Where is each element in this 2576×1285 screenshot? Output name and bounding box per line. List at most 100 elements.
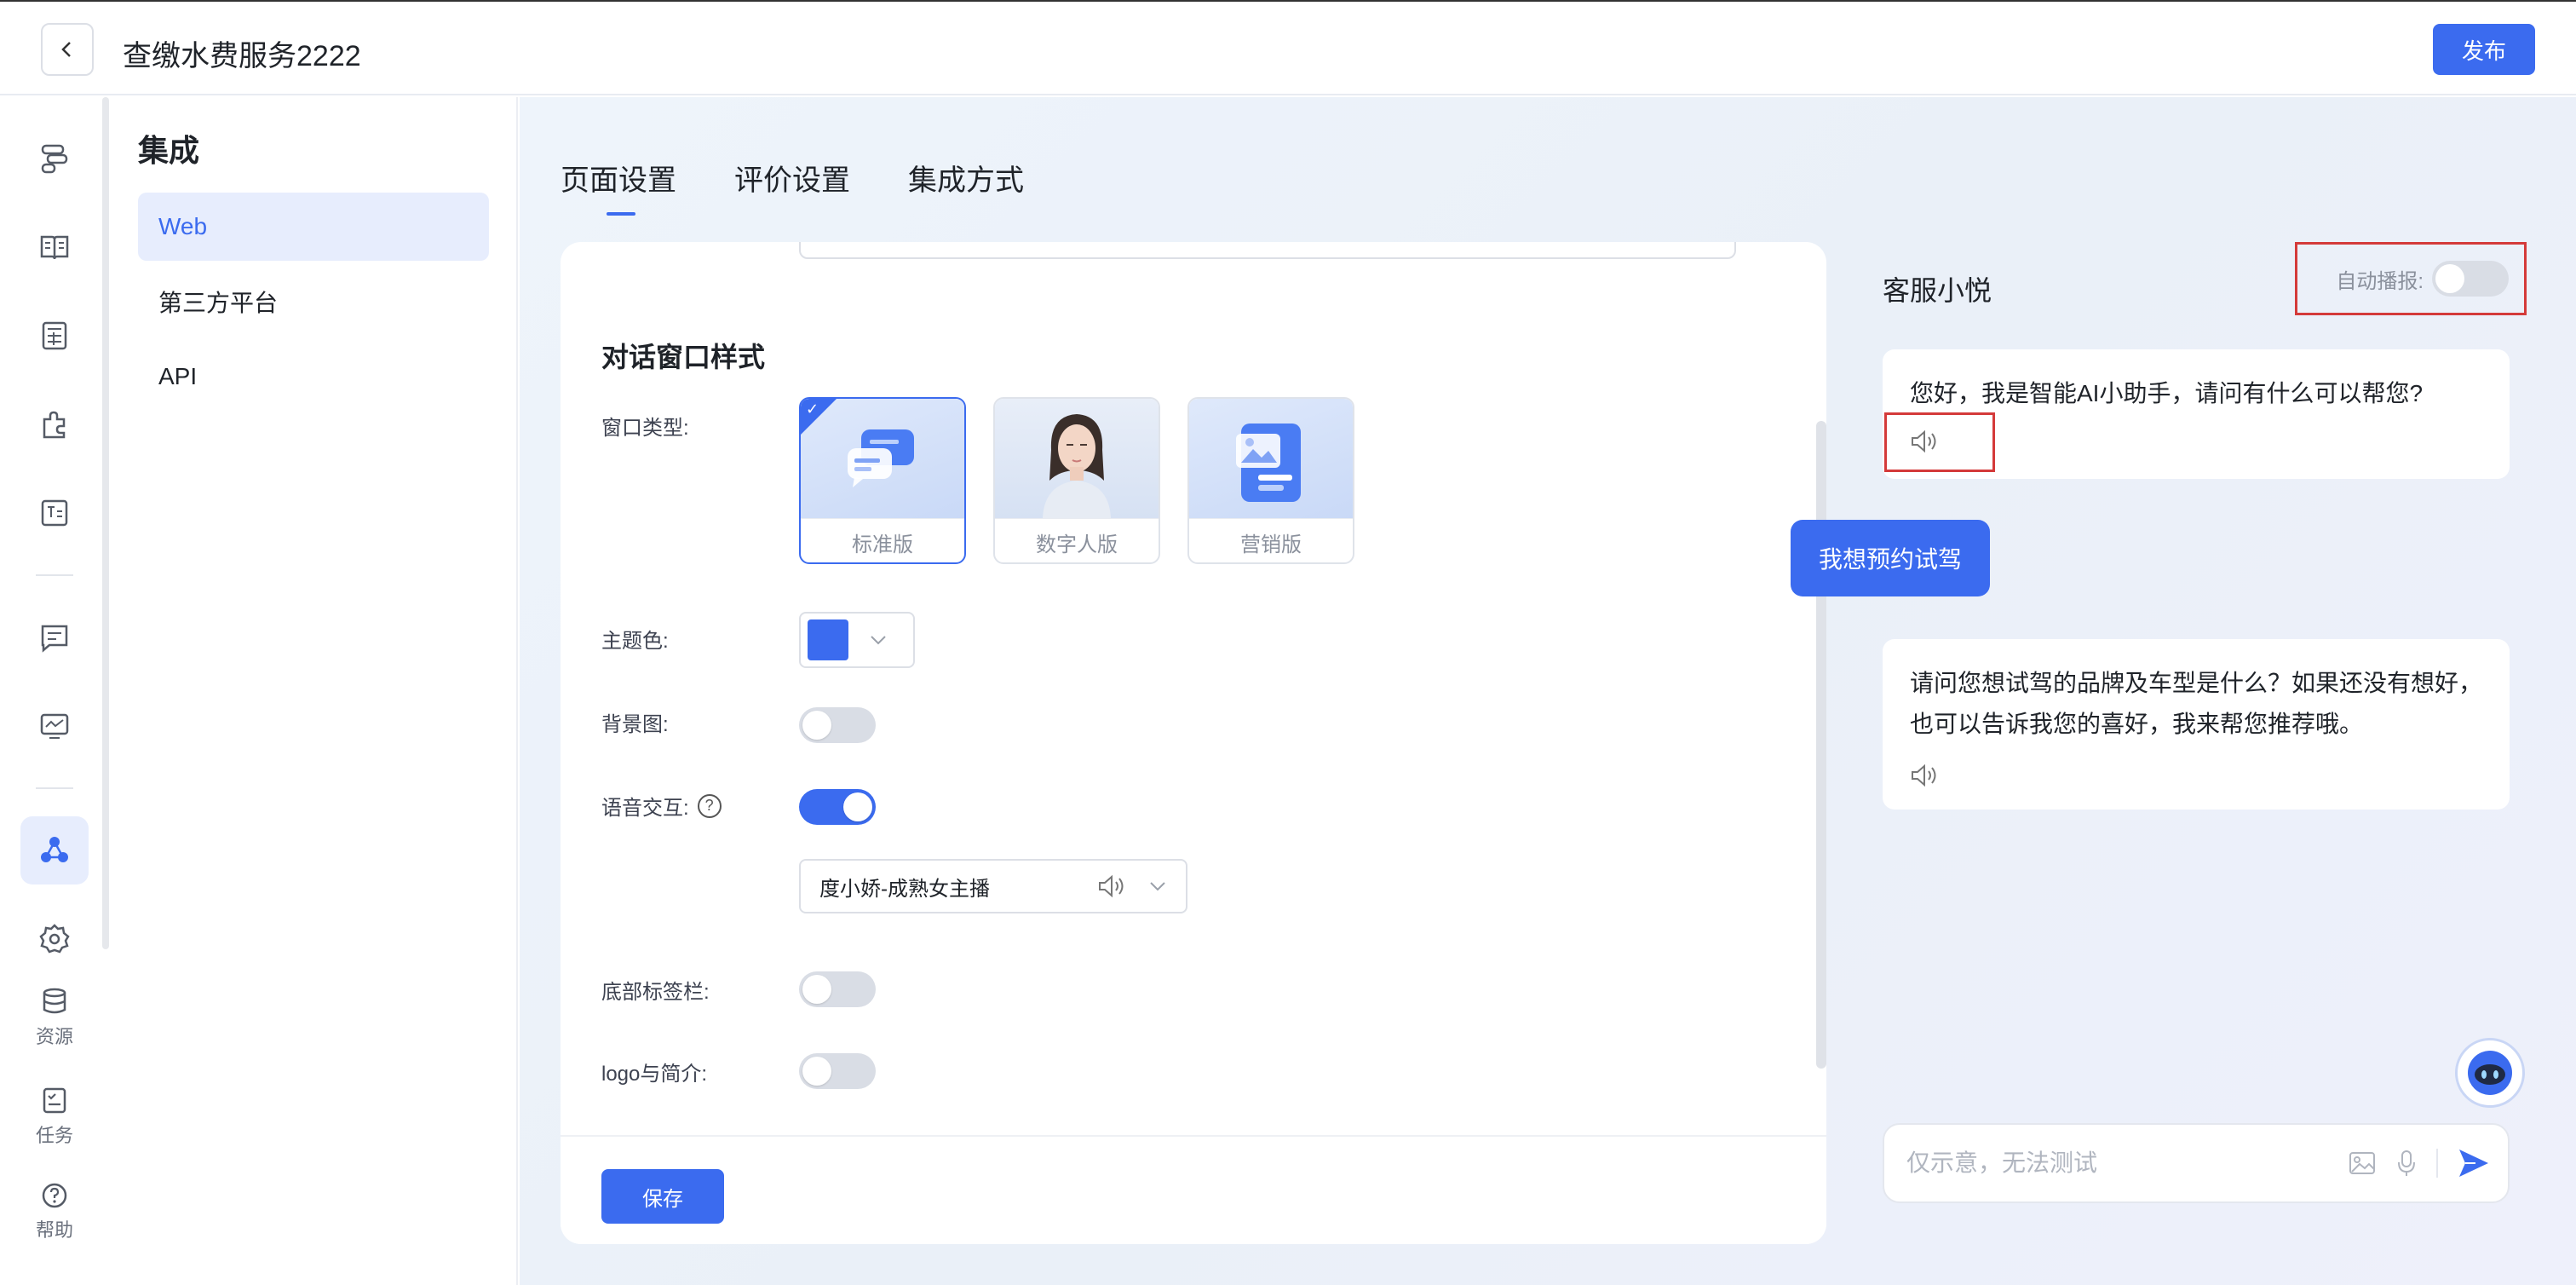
task-icon: [43, 1087, 66, 1114]
rail-flow[interactable]: [20, 124, 89, 193]
chat-input[interactable]: [1906, 1150, 2329, 1177]
rail-divider: [36, 574, 73, 576]
top-bar: 查缴水费服务2222 发布: [0, 0, 2576, 95]
window-type-label-marketing: 营销版: [1189, 518, 1353, 562]
logo-toggle[interactable]: [799, 1053, 876, 1089]
robot-icon: [2468, 1051, 2512, 1095]
rail-table[interactable]: [20, 302, 89, 370]
user-message: 我想预约试驾: [1791, 520, 1990, 596]
microphone-icon[interactable]: [2395, 1149, 2418, 1178]
bot-message-text: 请问您想试驾的品牌及车型是什么？如果还没有想好，也可以告诉我您的喜好，我来帮您推…: [1910, 670, 2483, 737]
voice-toggle[interactable]: [799, 789, 876, 825]
theme-color-picker[interactable]: [799, 612, 915, 668]
rail-divider: [36, 787, 73, 789]
save-button[interactable]: 保存: [601, 1169, 724, 1224]
settings-scrollbar[interactable]: [1816, 421, 1826, 1069]
previous-field-input[interactable]: [799, 242, 1736, 259]
chevron-down-icon: [1150, 882, 1165, 891]
flow-icon: [41, 144, 68, 174]
speaker-highlight: [1884, 412, 1995, 472]
marketing-thumbnail: [1189, 399, 1353, 518]
integration-icon: [41, 837, 68, 862]
avatar-icon: [1043, 414, 1111, 518]
subnav-title: 集成: [138, 133, 200, 168]
tab-bar-label: 底部标签栏:: [601, 981, 710, 1004]
window-type-label-standard: 标准版: [801, 518, 964, 562]
window-type-standard[interactable]: ✓ 标准版: [799, 397, 966, 564]
rail-knowledge[interactable]: [20, 213, 89, 281]
database-icon: [43, 988, 66, 1014]
tab-integration-method[interactable]: 集成方式: [908, 157, 1024, 199]
main-area: 页面设置 评价设置 集成方式 对话窗口样式 窗口类型: ✓ 标准版 数字人版 营…: [520, 97, 2576, 1285]
window-type-label: 窗口类型:: [601, 417, 689, 440]
text-icon: [41, 499, 68, 527]
rail-message[interactable]: [20, 603, 89, 671]
tab-bar-toggle[interactable]: [799, 971, 876, 1007]
question-icon[interactable]: ?: [697, 793, 722, 818]
autoplay-control: 自动播报:: [2295, 242, 2527, 315]
digital-human-thumbnail: [995, 399, 1159, 518]
knowledge-icon: [40, 235, 69, 260]
rail-monitor[interactable]: [20, 692, 89, 760]
subnav-item-web[interactable]: Web: [138, 193, 489, 261]
tab-page-settings[interactable]: 页面设置: [561, 157, 676, 216]
chat-bubbles-icon: [848, 429, 914, 487]
image-icon[interactable]: [2348, 1150, 2377, 1176]
chevron-left-icon: [61, 42, 71, 57]
rail-resources-label: 资源: [35, 1026, 73, 1047]
app-title: 查缴水费服务2222: [123, 40, 361, 72]
window-type-marketing[interactable]: 营销版: [1187, 397, 1354, 564]
theme-color-swatch: [808, 619, 848, 660]
icon-rail: 资源 任务 帮助: [0, 97, 109, 1285]
rail-plugin[interactable]: [20, 390, 89, 458]
message-icon: [41, 625, 68, 653]
bot-message: 请问您想试驾的品牌及车型是什么？如果还没有想好，也可以告诉我您的喜好，我来帮您推…: [1883, 639, 2510, 810]
rail-settings[interactable]: [20, 905, 89, 973]
settings-tabs: 页面设置 评价设置 集成方式: [561, 157, 1024, 216]
window-type-label-digital-human: 数字人版: [995, 518, 1159, 562]
voice-label-text: 语音交互:: [601, 797, 689, 820]
settings-footer: 保存: [561, 1135, 1826, 1244]
integration-subnav: 集成 Web 第三方平台 API: [111, 97, 518, 1285]
rail-help[interactable]: 帮助: [20, 1169, 89, 1254]
settings-card: 对话窗口样式 窗口类型: ✓ 标准版 数字人版 营销版 主题色: 背景图: 语音…: [561, 242, 1826, 1244]
bot-message-text: 您好，我是智能AI小助手，请问有什么可以帮您?: [1910, 380, 2424, 406]
voice-label: 语音交互: ?: [601, 791, 722, 821]
voice-select-value: 度小娇-成熟女主播: [819, 877, 990, 901]
settings-icon: [39, 924, 70, 954]
speaker-icon[interactable]: [1910, 764, 1939, 787]
subnav-item-third-party[interactable]: 第三方平台: [138, 268, 489, 336]
monitor-icon: [40, 713, 69, 739]
background-toggle[interactable]: [799, 707, 876, 743]
rail-resources[interactable]: 资源: [20, 975, 89, 1060]
rail-integration[interactable]: [20, 816, 89, 885]
rail-tasks[interactable]: 任务: [20, 1074, 89, 1159]
plugin-icon: [43, 411, 66, 439]
standard-thumbnail: ✓: [801, 399, 964, 518]
send-icon[interactable]: [2457, 1147, 2491, 1179]
background-label: 背景图:: [601, 713, 669, 736]
back-button[interactable]: [41, 23, 94, 76]
rail-text[interactable]: [20, 479, 89, 547]
marketing-image-icon: [1236, 424, 1301, 502]
rail-scrollbar[interactable]: [102, 97, 109, 949]
chat-input-bar: [1883, 1123, 2510, 1203]
autoplay-label: 自动播报:: [2336, 269, 2424, 293]
voice-select[interactable]: 度小娇-成熟女主播: [799, 859, 1187, 913]
table-icon: [42, 321, 67, 350]
rail-help-label: 帮助: [35, 1219, 73, 1241]
input-divider: [2436, 1149, 2438, 1178]
autoplay-toggle[interactable]: [2432, 261, 2509, 297]
section-title: 对话窗口样式: [601, 342, 766, 372]
tab-rating-settings[interactable]: 评价设置: [734, 157, 850, 199]
publish-button[interactable]: 发布: [2433, 24, 2535, 75]
subnav-item-api[interactable]: API: [138, 343, 489, 411]
speaker-icon[interactable]: [1097, 874, 1126, 898]
check-icon: ✓: [806, 400, 819, 418]
chevron-down-icon: [871, 636, 886, 645]
theme-color-label: 主题色:: [601, 630, 669, 653]
window-type-digital-human[interactable]: 数字人版: [993, 397, 1160, 564]
bot-avatar[interactable]: [2455, 1038, 2525, 1108]
speaker-icon[interactable]: [1910, 429, 1939, 453]
chat-agent-name: 客服小悦: [1883, 275, 1992, 306]
